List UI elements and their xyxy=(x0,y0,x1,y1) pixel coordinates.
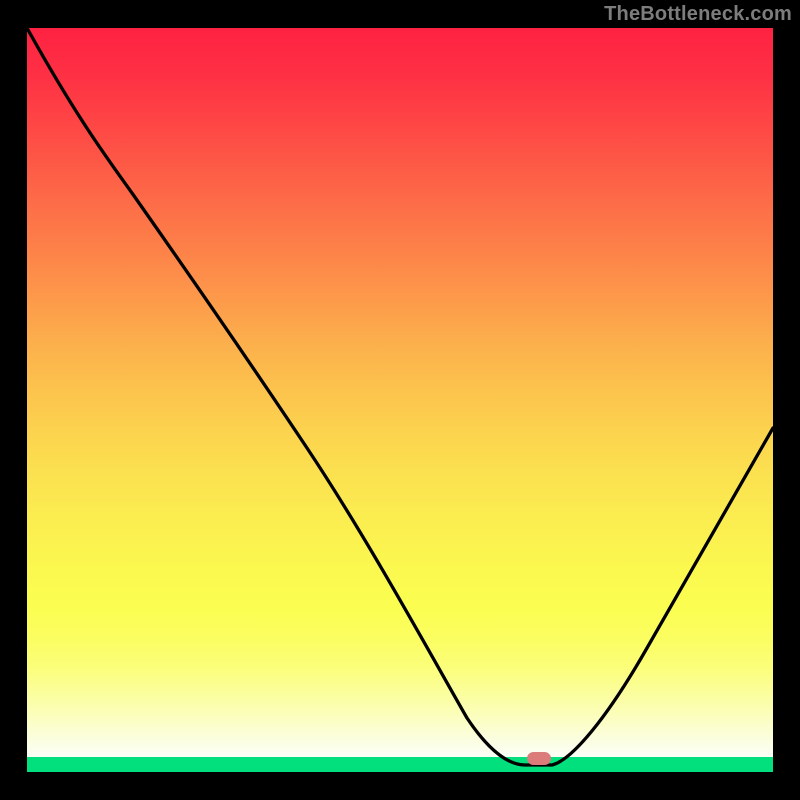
chart-frame: TheBottleneck.com xyxy=(0,0,800,800)
curve-path xyxy=(27,28,773,765)
bottleneck-curve xyxy=(27,28,773,772)
plot-area xyxy=(27,28,773,772)
optimal-marker xyxy=(527,752,551,765)
watermark-text: TheBottleneck.com xyxy=(604,3,792,26)
